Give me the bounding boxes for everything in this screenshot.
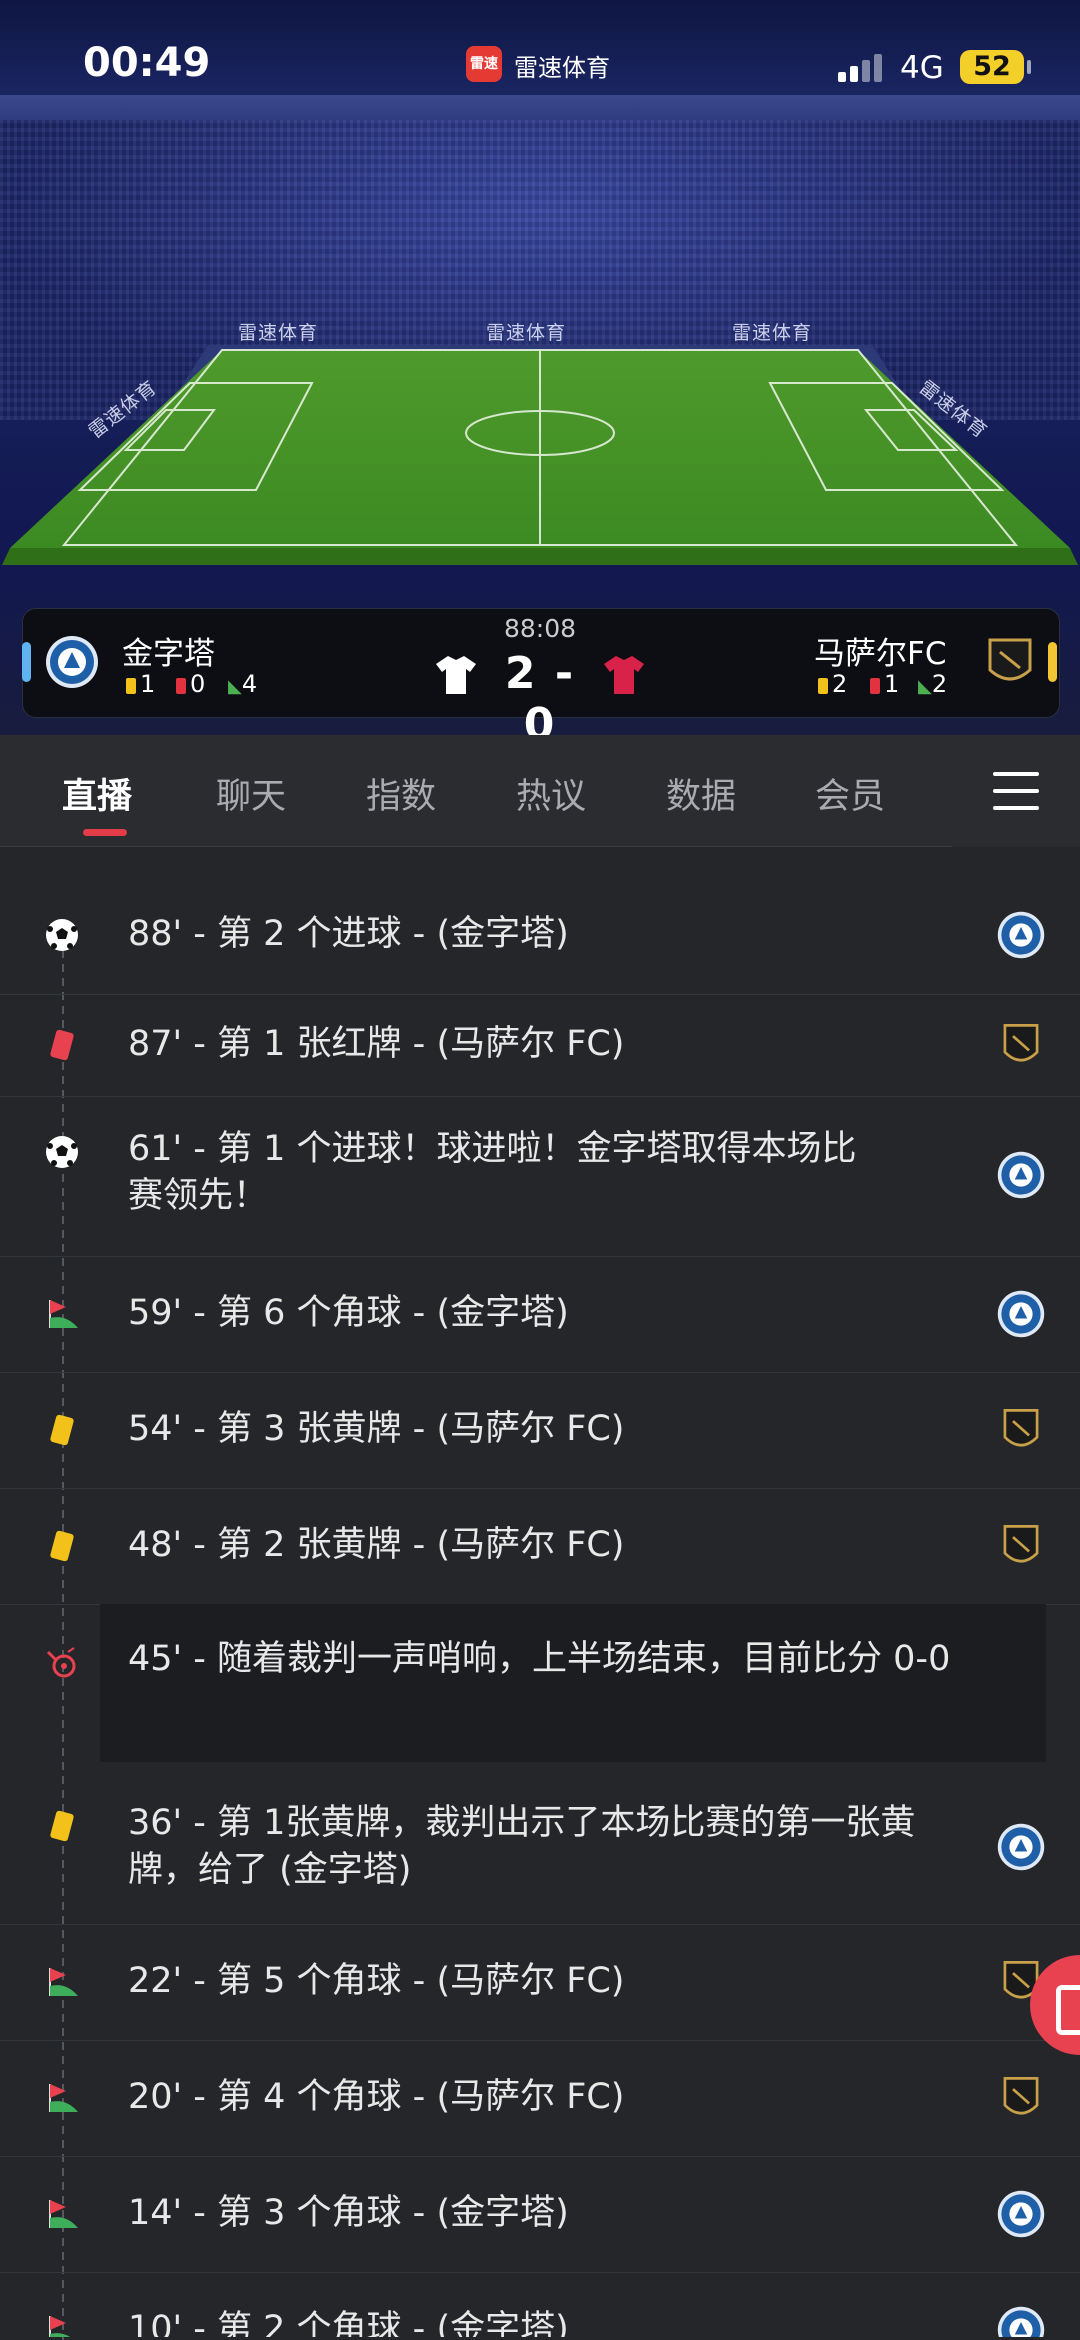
home-yellow-count: 1	[126, 670, 155, 698]
home-team-logo-icon[interactable]	[44, 634, 100, 690]
event-row: 14' - 第 3 个角球 - (金字塔)	[0, 2156, 1080, 2273]
corner-flag-icon	[49, 2084, 78, 2112]
battery-tip	[1027, 60, 1031, 74]
event-text: 10' - 第 2 个角球 - (金字塔)	[128, 2309, 569, 2337]
event-row: 22' - 第 5 个角球 - (马萨尔 FC)	[0, 1924, 1080, 2041]
yellow-card-icon	[50, 1414, 74, 1446]
event-row: 48' - 第 2 张黄牌 - (马萨尔 FC)	[0, 1488, 1080, 1605]
event-row: 88' - 第 2 个进球 - (金字塔)	[0, 876, 1080, 995]
event-row: 36' - 第 1张黄牌，裁判出示了本场比赛的第一张黄牌，给了 (金字塔)	[0, 1780, 1080, 1925]
active-tab-indicator	[83, 829, 127, 836]
away-team-name[interactable]: 马萨尔FC	[814, 628, 946, 673]
event-row-halftime: 45' - 随着裁判一声哨响，上半场结束，目前比分 0-0	[0, 1604, 1080, 1780]
away-team-icon	[1003, 1525, 1039, 1563]
network-type: 4G	[900, 50, 944, 86]
home-team-icon	[997, 1290, 1045, 1338]
tab-odds[interactable]: 指数	[366, 768, 436, 819]
corner-flag-icon	[49, 2316, 70, 2337]
home-team-icon	[997, 1823, 1045, 1871]
battery-icon: 52	[960, 50, 1024, 84]
event-row: 10' - 第 2 个角球 - (金字塔)	[0, 2272, 1080, 2337]
away-yellow-count: 2	[818, 670, 847, 698]
home-team-icon	[997, 911, 1045, 959]
corner-flag-icon	[49, 2200, 78, 2228]
divider	[0, 846, 952, 847]
event-text: 48' - 第 2 张黄牌 - (马萨尔 FC)	[128, 1525, 625, 1565]
event-text: 59' - 第 6 个角球 - (金字塔)	[128, 1293, 569, 1333]
away-team-icon	[1003, 1024, 1039, 1062]
event-text: 36' - 第 1张黄牌，裁判出示了本场比赛的第一张黄牌，给了 (金字塔)	[128, 1803, 916, 1890]
event-row: 54' - 第 3 张黄牌 - (马萨尔 FC)	[0, 1372, 1080, 1489]
event-text: 87' - 第 1 张红牌 - (马萨尔 FC)	[128, 1024, 625, 1064]
app-logo: 雷速	[466, 46, 502, 82]
menu-icon[interactable]	[993, 772, 1039, 810]
home-red-count: 0	[176, 670, 205, 698]
away-team-icon	[1003, 1409, 1039, 1447]
event-row: 87' - 第 1 张红牌 - (马萨尔 FC)	[0, 994, 1080, 1097]
home-team-icon	[997, 2190, 1045, 2238]
home-team-name[interactable]: 金字塔	[122, 628, 215, 673]
away-shirt-icon	[604, 656, 644, 694]
home-indicator	[22, 642, 31, 682]
home-team-icon	[997, 2306, 1045, 2337]
pitch-graphic	[2, 345, 1078, 565]
home-team-icon	[997, 1151, 1045, 1199]
event-text: 45' - 随着裁判一声哨响，上半场结束，目前比分 0-0	[128, 1639, 951, 1679]
event-text: 22' - 第 5 个角球 - (马萨尔 FC)	[128, 1961, 625, 2001]
yellow-card-icon	[50, 1810, 74, 1842]
ad-board: 雷速体育	[732, 322, 813, 344]
tab-chat[interactable]: 聊天	[216, 768, 286, 819]
away-team-icon	[1003, 2077, 1039, 2115]
goal-ball-icon	[46, 1136, 78, 1168]
ad-board: 雷速体育	[486, 322, 567, 344]
goal-ball-icon	[46, 919, 78, 951]
ad-board: 雷速体育	[238, 322, 319, 344]
event-text: 61' - 第 1 个进球！球进啦！金字塔取得本场比赛领先！	[128, 1129, 857, 1216]
app-name: 雷速体育	[514, 54, 610, 82]
match-clock: 88:08	[503, 614, 577, 643]
away-indicator	[1048, 642, 1057, 682]
home-shirt-icon	[436, 656, 476, 694]
away-red-count: 1	[870, 670, 899, 698]
status-time: 00:49	[83, 40, 211, 86]
away-corner-count: ◣2	[918, 670, 948, 698]
away-team-logo-icon[interactable]	[982, 634, 1038, 690]
tab-stats[interactable]: 数据	[666, 768, 736, 819]
highlight-background	[100, 1604, 1046, 1762]
event-row: 20' - 第 4 个角球 - (马萨尔 FC)	[0, 2040, 1080, 2157]
signal-icon	[838, 52, 884, 82]
corner-flag-icon	[49, 1968, 78, 1996]
yellow-card-icon	[50, 1530, 74, 1562]
event-text: 88' - 第 2 个进球 - (金字塔)	[128, 914, 569, 954]
red-card-icon	[50, 1029, 74, 1061]
event-text: 14' - 第 3 个角球 - (金字塔)	[128, 2193, 569, 2233]
event-text: 20' - 第 4 个角球 - (马萨尔 FC)	[128, 2077, 625, 2117]
corner-flag-icon	[49, 1300, 78, 1328]
edit-icon	[1056, 1985, 1080, 2035]
event-text: 54' - 第 3 张黄牌 - (马萨尔 FC)	[128, 1409, 625, 1449]
tab-discussion[interactable]: 热议	[516, 768, 586, 819]
event-row: 59' - 第 6 个角球 - (金字塔)	[0, 1256, 1080, 1373]
tab-live[interactable]: 直播	[62, 768, 132, 819]
whistle-icon	[46, 1647, 76, 1678]
home-corner-count: ◣4	[228, 670, 258, 698]
tab-membership[interactable]: 会员	[815, 768, 885, 819]
event-row: 61' - 第 1 个进球！球进啦！金字塔取得本场比赛领先！	[0, 1096, 1080, 1257]
